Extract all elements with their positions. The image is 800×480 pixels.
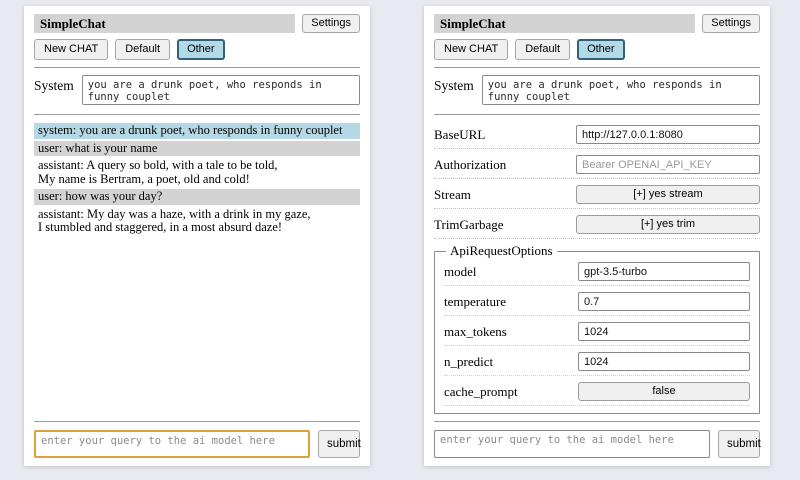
query-input[interactable] <box>434 430 710 458</box>
chat-message-assistant: assistant: A query so bold, with a tale … <box>34 158 360 187</box>
session-tab-default[interactable]: Default <box>115 39 170 60</box>
setting-row-trimgarbage: TrimGarbage [+] yes trim <box>434 213 760 239</box>
session-row: New CHAT Default Other <box>34 39 360 60</box>
simplechat-window-settings: SimpleChat Settings New CHAT Default Oth… <box>424 6 770 466</box>
max-tokens-label: max_tokens <box>444 324 507 340</box>
setting-row-n-predict: n_predict <box>444 350 750 376</box>
divider <box>434 114 760 115</box>
max-tokens-input[interactable] <box>578 322 750 341</box>
model-input[interactable] <box>578 262 750 281</box>
divider <box>434 421 760 422</box>
simplechat-window-chat: SimpleChat Settings New CHAT Default Oth… <box>24 6 370 466</box>
baseurl-label: BaseURL <box>434 127 485 143</box>
system-prompt-input[interactable]: you are a drunk poet, who responds in fu… <box>82 75 360 105</box>
chat-message-list: system: you are a drunk poet, who respon… <box>34 123 360 417</box>
chat-message-user: user: what is your name <box>34 141 360 157</box>
new-chat-button[interactable]: New CHAT <box>434 39 508 60</box>
divider <box>34 114 360 115</box>
api-request-options-group: ApiRequestOptions model temperature max_… <box>434 243 760 414</box>
chat-message-user: user: how was your day? <box>34 189 360 205</box>
session-tab-default[interactable]: Default <box>515 39 570 60</box>
system-label: System <box>434 75 474 94</box>
setting-row-baseurl: BaseURL <box>434 123 760 149</box>
app-title: SimpleChat <box>434 14 695 33</box>
new-chat-button[interactable]: New CHAT <box>34 39 108 60</box>
cache-prompt-toggle-button[interactable]: false <box>578 382 750 401</box>
system-label: System <box>34 75 74 94</box>
query-row: submit <box>434 430 760 458</box>
model-label: model <box>444 264 477 280</box>
trimgarbage-toggle-button[interactable]: [+] yes trim <box>576 215 760 234</box>
query-row: submit <box>34 430 360 458</box>
system-prompt-input[interactable]: you are a drunk poet, who responds in fu… <box>482 75 760 105</box>
trimgarbage-label: TrimGarbage <box>434 217 504 233</box>
temperature-input[interactable] <box>578 292 750 311</box>
app-title: SimpleChat <box>34 14 295 33</box>
stream-label: Stream <box>434 187 471 203</box>
submit-button[interactable]: submit <box>718 430 760 458</box>
n-predict-label: n_predict <box>444 354 493 370</box>
divider <box>434 67 760 68</box>
n-predict-input[interactable] <box>578 352 750 371</box>
settings-button[interactable]: Settings <box>702 14 760 33</box>
chat-message-system: system: you are a drunk poet, who respon… <box>34 123 360 139</box>
temperature-label: temperature <box>444 294 506 310</box>
settings-form: BaseURL Authorization Stream [+] yes str… <box>434 123 760 417</box>
settings-button[interactable]: Settings <box>302 14 360 33</box>
authorization-label: Authorization <box>434 157 506 173</box>
chat-message-assistant: assistant: My day was a haze, with a dri… <box>34 207 360 236</box>
setting-row-max-tokens: max_tokens <box>444 320 750 346</box>
api-request-options-legend: ApiRequestOptions <box>446 243 557 259</box>
header: SimpleChat Settings <box>434 14 760 33</box>
divider <box>34 421 360 422</box>
session-row: New CHAT Default Other <box>434 39 760 60</box>
system-prompt-row: System you are a drunk poet, who respond… <box>34 75 360 105</box>
cache-prompt-label: cache_prompt <box>444 384 518 400</box>
setting-row-model: model <box>444 260 750 286</box>
submit-button[interactable]: submit <box>318 430 360 458</box>
query-input[interactable] <box>34 430 310 458</box>
authorization-input[interactable] <box>576 155 760 174</box>
session-tab-other[interactable]: Other <box>577 39 625 60</box>
setting-row-stream: Stream [+] yes stream <box>434 183 760 209</box>
header: SimpleChat Settings <box>34 14 360 33</box>
session-tab-other[interactable]: Other <box>177 39 225 60</box>
stream-toggle-button[interactable]: [+] yes stream <box>576 185 760 204</box>
setting-row-cache-prompt: cache_prompt false <box>444 380 750 406</box>
baseurl-input[interactable] <box>576 125 760 144</box>
system-prompt-row: System you are a drunk poet, who respond… <box>434 75 760 105</box>
divider <box>34 67 360 68</box>
setting-row-temperature: temperature <box>444 290 750 316</box>
setting-row-authorization: Authorization <box>434 153 760 179</box>
